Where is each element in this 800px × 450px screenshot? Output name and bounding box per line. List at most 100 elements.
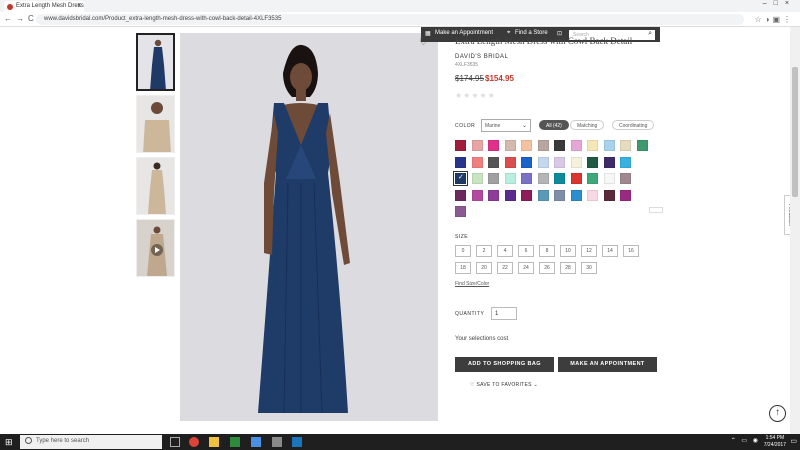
color-swatch[interactable]	[620, 140, 631, 151]
page-scrollbar[interactable]	[790, 27, 800, 434]
color-select[interactable]: Marine ⌄	[481, 119, 531, 132]
color-swatch[interactable]	[587, 189, 598, 201]
color-swatch[interactable]	[603, 140, 615, 151]
size-option[interactable]: 26	[539, 262, 555, 274]
dropbox-icon[interactable]	[251, 437, 261, 447]
color-swatch[interactable]	[620, 189, 631, 201]
url-input[interactable]: www.davidsbridal.com/Product_extra-lengt…	[36, 14, 744, 25]
color-swatch[interactable]	[471, 189, 483, 201]
size-option[interactable]: 24	[518, 262, 534, 274]
color-swatch[interactable]: ✓	[453, 171, 468, 186]
system-tray-icons[interactable]: ⌃ ▭ ◉	[731, 437, 760, 444]
nav-buttons[interactable]: ←→C	[4, 14, 38, 23]
back-to-top-icon[interactable]: ↑	[769, 405, 786, 422]
size-option[interactable]: 12	[581, 245, 597, 257]
color-swatch[interactable]	[620, 173, 631, 184]
color-swatch[interactable]	[504, 189, 516, 201]
size-option[interactable]: 0	[455, 245, 471, 257]
task-view-icon[interactable]	[170, 437, 180, 447]
color-swatch[interactable]	[488, 156, 499, 168]
color-swatch[interactable]	[504, 156, 516, 168]
tab-close-icon[interactable]: x	[78, 2, 82, 9]
color-swatch[interactable]	[570, 156, 582, 168]
thumbnail-front[interactable]	[136, 33, 175, 91]
extension-icons[interactable]: ☆◑▣⋮	[754, 15, 794, 24]
save-to-favorites-button[interactable]: ♡ SAVE TO FAVORITES ⌄	[470, 382, 538, 388]
color-swatch[interactable]	[521, 156, 532, 168]
size-option[interactable]: 6	[518, 245, 534, 257]
color-swatch[interactable]	[488, 189, 499, 201]
taskbar-search[interactable]: Type here to search	[20, 435, 162, 449]
color-swatch[interactable]	[554, 156, 565, 168]
size-option[interactable]: 16	[623, 245, 639, 257]
color-swatch[interactable]	[554, 189, 565, 201]
chrome-icon[interactable]	[189, 437, 199, 447]
color-swatch[interactable]	[554, 140, 565, 151]
color-swatch[interactable]	[521, 189, 532, 201]
color-swatch[interactable]	[455, 156, 466, 168]
window-controls[interactable]: –□×	[763, 0, 796, 7]
windows-start-icon[interactable]: ⊞	[5, 437, 13, 448]
size-option[interactable]: 2	[476, 245, 492, 257]
size-option[interactable]: 20	[476, 262, 492, 274]
size-option[interactable]: 14	[602, 245, 618, 257]
search-icon[interactable]: ⌕	[648, 30, 652, 38]
filter-coordinating[interactable]: Coordinating	[612, 120, 655, 130]
make-appointment-button[interactable]: MAKE AN APPOINTMENT	[558, 357, 657, 372]
size-chart-link[interactable]: Find Size/Color	[455, 281, 489, 287]
color-swatch[interactable]	[471, 173, 483, 184]
color-swatch[interactable]	[521, 140, 532, 151]
color-swatch[interactable]	[603, 173, 615, 184]
color-swatch[interactable]	[620, 156, 631, 168]
color-swatch[interactable]	[488, 140, 499, 151]
color-swatch[interactable]	[570, 189, 582, 201]
size-option[interactable]: 8	[539, 245, 555, 257]
size-option[interactable]: 4	[497, 245, 513, 257]
app-icon[interactable]	[292, 437, 302, 447]
scrollbar-thumb[interactable]	[792, 67, 798, 197]
color-swatch[interactable]	[587, 173, 598, 184]
color-swatch[interactable]	[587, 140, 598, 151]
color-swatch[interactable]	[603, 189, 615, 201]
color-swatch[interactable]	[537, 140, 549, 151]
size-option[interactable]: 18	[455, 262, 471, 274]
thumbnail-closeup[interactable]	[136, 95, 175, 153]
color-swatch[interactable]	[537, 156, 549, 168]
quantity-input[interactable]: 1	[491, 307, 517, 320]
file-explorer-icon[interactable]	[209, 437, 219, 447]
color-swatch[interactable]	[554, 173, 565, 184]
taskbar-clock[interactable]: 1:54 PM 7/24/2017	[764, 435, 786, 449]
product-main-image[interactable]: ♡	[180, 33, 438, 421]
excel-icon[interactable]	[230, 437, 240, 447]
color-swatch[interactable]	[488, 173, 499, 184]
add-to-bag-button[interactable]: ADD TO SHOPPING BAG	[455, 357, 554, 372]
color-swatch[interactable]	[471, 156, 483, 168]
notification-icon[interactable]: ▭	[790, 437, 797, 445]
color-swatch[interactable]	[471, 140, 483, 151]
thumbnail-video[interactable]	[136, 219, 175, 277]
size-option[interactable]: 10	[560, 245, 576, 257]
rating-stars[interactable]: ★★★★★	[455, 91, 496, 100]
thumbnail-back[interactable]	[136, 157, 175, 215]
color-swatch[interactable]	[537, 173, 549, 184]
browser-tab[interactable]: Extra Length Mesh Dress x	[4, 1, 84, 12]
swatch-more[interactable]	[649, 207, 663, 213]
color-swatch[interactable]	[455, 140, 466, 151]
color-swatch[interactable]	[455, 206, 466, 217]
color-swatch[interactable]	[587, 156, 598, 168]
size-option[interactable]: 30	[581, 262, 597, 274]
photos-icon[interactable]	[272, 437, 282, 447]
color-swatch[interactable]	[455, 189, 466, 201]
color-swatch[interactable]	[521, 173, 532, 184]
color-swatch[interactable]	[537, 189, 549, 201]
filter-all[interactable]: All (42)	[539, 120, 569, 130]
color-swatch[interactable]	[504, 173, 516, 184]
color-swatch[interactable]	[570, 140, 582, 151]
color-swatch[interactable]	[504, 140, 516, 151]
size-option[interactable]: 28	[560, 262, 576, 274]
color-swatch[interactable]	[636, 140, 648, 151]
filter-matching[interactable]: Matching	[570, 120, 605, 130]
color-swatch[interactable]	[570, 173, 582, 184]
size-option[interactable]: 22	[497, 262, 513, 274]
color-swatch[interactable]	[603, 156, 615, 168]
